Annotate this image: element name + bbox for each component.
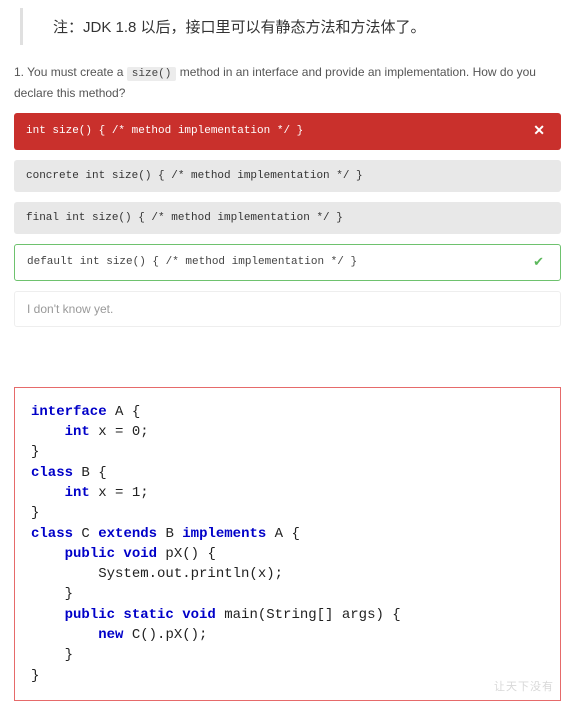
code-text: B { (73, 465, 107, 481)
code-text (31, 546, 65, 562)
answer-text: int size() { /* method implementation */… (26, 125, 303, 137)
code-text: x = 1; (90, 485, 149, 501)
answer-option[interactable]: final int size() { /* method implementat… (14, 202, 561, 234)
close-icon: ✕ (529, 123, 549, 140)
code-text: main(String[] args) { (216, 607, 401, 623)
question-text: 1. You must create a size() method in an… (0, 63, 575, 113)
answer-text: I don't know yet. (27, 302, 113, 316)
code-kw: class (31, 526, 73, 542)
answer-text: concrete int size() { /* method implemen… (26, 170, 363, 182)
code-text: A { (266, 526, 300, 542)
note-block: 注：JDK 1.8 以后，接口里可以有静态方法和方法体了。 (20, 8, 555, 45)
code-kw: implements (182, 526, 266, 542)
code-text (31, 485, 65, 501)
code-text: } (31, 668, 39, 684)
code-text: } (31, 586, 73, 602)
note-text: 注：JDK 1.8 以后，接口里可以有静态方法和方法体了。 (53, 19, 426, 36)
code-kw: public void (65, 546, 157, 562)
code-kw: extends (98, 526, 157, 542)
answer-option[interactable]: concrete int size() { /* method implemen… (14, 160, 561, 192)
answer-option-correct[interactable]: default int size() { /* method implement… (14, 244, 561, 281)
answer-list: int size() { /* method implementation */… (0, 113, 575, 327)
code-text: B (157, 526, 182, 542)
question-prefix: You must create a (27, 65, 127, 79)
code-text: pX() { (157, 546, 216, 562)
code-text: } (31, 647, 73, 663)
check-icon: ✔ (529, 255, 548, 270)
answer-option-wrong[interactable]: int size() { /* method implementation */… (14, 113, 561, 150)
answer-text: final int size() { /* method implementat… (26, 212, 343, 224)
inline-code: size() (127, 67, 177, 81)
code-text (31, 424, 65, 440)
code-kw: class (31, 465, 73, 481)
code-text: x = 0; (90, 424, 149, 440)
code-text: } (31, 505, 39, 521)
code-kw: interface (31, 404, 107, 420)
code-kw: public static void (65, 607, 216, 623)
code-text: System.out.println(x); (31, 566, 283, 582)
code-text (31, 627, 98, 643)
code-text (31, 607, 65, 623)
code-text: C().pX(); (123, 627, 207, 643)
code-block: interface A { int x = 0; } class B { int… (14, 387, 561, 701)
code-kw: int (65, 424, 90, 440)
code-text: A { (107, 404, 141, 420)
code-kw: int (65, 485, 90, 501)
code-text: } (31, 444, 39, 460)
question-number: 1. (14, 65, 24, 79)
watermark-text: 让天下没有 (494, 680, 554, 696)
code-kw: new (98, 627, 123, 643)
code-text: C (73, 526, 98, 542)
answer-text: default int size() { /* method implement… (27, 256, 357, 268)
answer-option-idk[interactable]: I don't know yet. (14, 291, 561, 327)
